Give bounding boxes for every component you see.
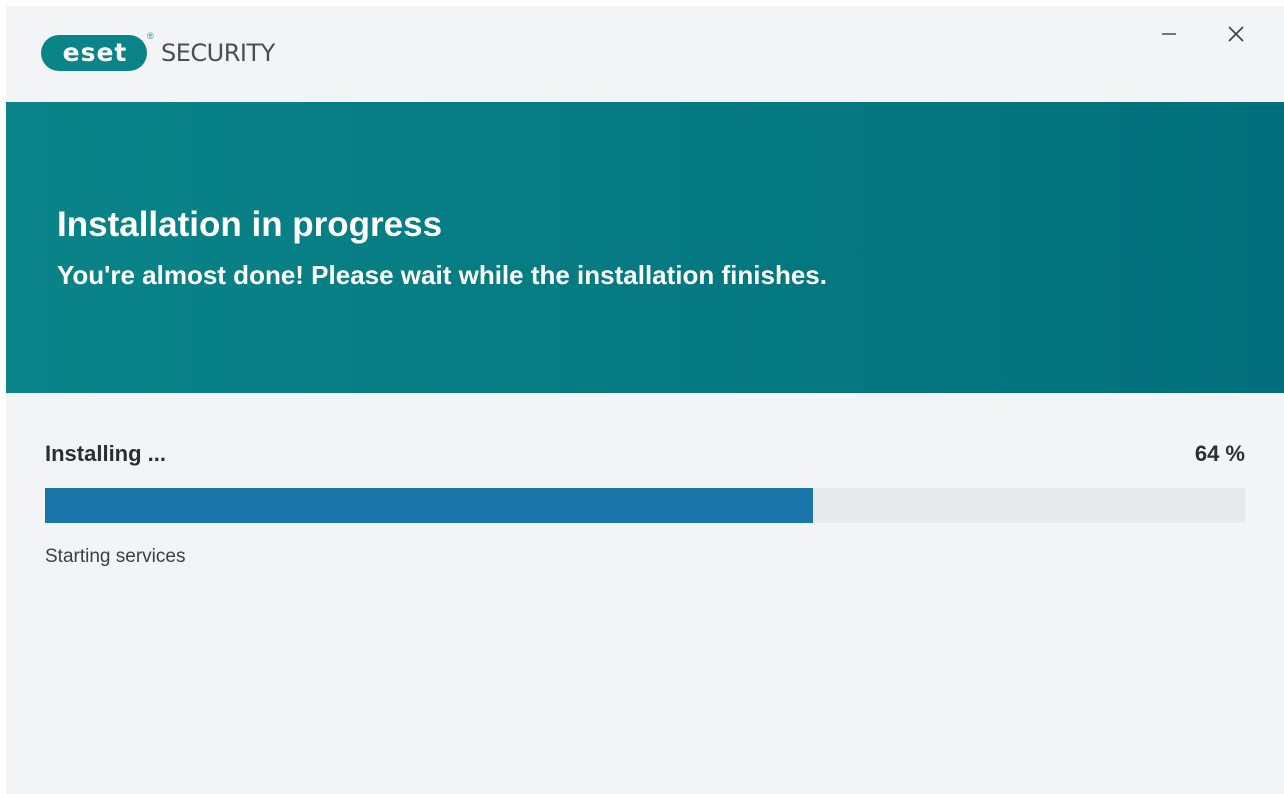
- page-subtitle: You're almost done! Please wait while th…: [57, 260, 827, 290]
- eset-logo-wordmark: eset: [62, 38, 128, 67]
- eset-logo-badge: eset ®: [41, 31, 154, 71]
- minimize-icon: [1162, 33, 1176, 35]
- progress-section: Installing ... 64 % Starting services: [6, 393, 1284, 794]
- header-banner: Installation in progress You're almost d…: [6, 102, 1284, 393]
- progress-detail-label: Starting services: [45, 546, 186, 567]
- close-icon: [1228, 26, 1244, 42]
- registered-mark-icon: ®: [147, 31, 154, 41]
- title-bar[interactable]: eset ® SECURITY: [6, 6, 1284, 102]
- progress-bar-fill: [45, 488, 813, 523]
- progress-status-label: Installing ...: [45, 441, 167, 466]
- progress-bar: [45, 488, 1245, 523]
- minimize-button[interactable]: [1151, 20, 1187, 48]
- installer-window: eset ® SECURITY Installation in progress…: [6, 6, 1284, 794]
- progress-percent-label: 64 %: [1194, 441, 1245, 466]
- close-button[interactable]: [1218, 20, 1254, 48]
- product-name: SECURITY: [161, 39, 275, 67]
- page-title: Installation in progress: [57, 205, 443, 244]
- eset-logo: eset ® SECURITY: [41, 31, 275, 75]
